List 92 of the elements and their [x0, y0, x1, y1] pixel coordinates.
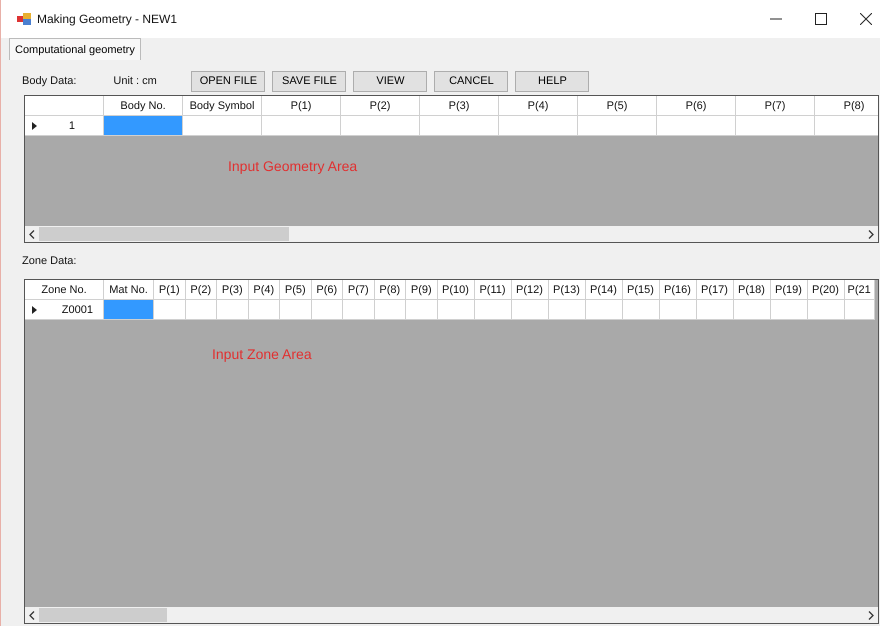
column-header[interactable]: P(1)	[154, 280, 186, 300]
column-header[interactable]: P(7)	[736, 96, 815, 116]
column-header[interactable]: P(10)	[438, 280, 474, 300]
column-header[interactable]: P(3)	[420, 96, 499, 116]
table-cell[interactable]	[420, 116, 499, 136]
column-header[interactable]: P(12)	[512, 280, 548, 300]
table-cell[interactable]	[104, 116, 183, 136]
table-cell[interactable]	[512, 300, 548, 320]
column-header[interactable]: P(6)	[312, 280, 343, 300]
toolbar-button[interactable]: CANCEL	[434, 70, 508, 92]
table-cell[interactable]	[734, 300, 770, 320]
scroll-right-icon[interactable]	[868, 610, 874, 620]
column-header[interactable]: P(16)	[660, 280, 696, 300]
table-cell[interactable]	[183, 116, 262, 136]
table-cell[interactable]	[154, 300, 186, 320]
column-header[interactable]: P(8)	[815, 96, 878, 116]
column-header[interactable]: P(8)	[374, 280, 406, 300]
unit-label: Unit : cm	[113, 75, 158, 87]
column-header[interactable]: P(17)	[696, 280, 734, 300]
table-cell[interactable]	[248, 300, 280, 320]
table-cell[interactable]	[660, 300, 696, 320]
maximize-icon[interactable]	[815, 13, 827, 25]
column-header[interactable]: P(15)	[622, 280, 660, 300]
table-cell[interactable]	[770, 300, 808, 320]
table-cell[interactable]	[736, 116, 815, 136]
column-header[interactable]: P(2)	[341, 96, 420, 116]
column-header[interactable]: P(19)	[770, 280, 808, 300]
scrollbar-thumb[interactable]	[39, 227, 289, 241]
table-cell[interactable]	[696, 300, 734, 320]
table-cell[interactable]	[622, 300, 660, 320]
close-icon[interactable]	[860, 13, 872, 25]
table-cell[interactable]	[312, 300, 343, 320]
table-cell[interactable]	[586, 300, 622, 320]
tab[interactable]: Computational geometry	[9, 38, 141, 60]
table-cell[interactable]	[406, 300, 438, 320]
scroll-right-icon[interactable]	[868, 230, 874, 238]
table-cell[interactable]	[474, 300, 512, 320]
table-cell[interactable]	[438, 300, 474, 320]
column-header[interactable]: Body No.	[104, 96, 183, 116]
row-header[interactable]: Z0001	[25, 300, 104, 320]
scroll-left-icon[interactable]	[29, 610, 35, 620]
toolbar-button[interactable]: VIEW	[353, 70, 428, 92]
row-header[interactable]: 1	[25, 116, 104, 136]
column-header[interactable]: P(4)	[248, 280, 280, 300]
toolbar-button[interactable]: OPEN FILE	[191, 70, 266, 92]
column-header[interactable]: P(2)	[186, 280, 217, 300]
column-header[interactable]: P(9)	[406, 280, 438, 300]
column-header[interactable]: P(4)	[499, 96, 578, 116]
table-cell[interactable]	[104, 300, 154, 320]
column-header[interactable]: P(18)	[734, 280, 770, 300]
horizontal-scrollbar[interactable]	[25, 607, 878, 623]
area-label: Input Geometry Area	[228, 158, 358, 174]
table-cell[interactable]	[186, 300, 217, 320]
section-label: Zone Data:	[22, 255, 76, 267]
column-header[interactable]: P(1)	[262, 96, 341, 116]
section-label: Body Data:	[22, 75, 76, 87]
column-header[interactable]: P(5)	[578, 96, 657, 116]
column-header[interactable]: P(11)	[474, 280, 512, 300]
table-cell[interactable]	[548, 300, 586, 320]
column-header[interactable]: P(5)	[280, 280, 312, 300]
table-cell[interactable]	[343, 300, 374, 320]
table-cell[interactable]	[280, 300, 312, 320]
toolbar-button[interactable]: SAVE FILE	[272, 70, 346, 92]
table-cell[interactable]	[578, 116, 657, 136]
area-label: Input Zone Area	[212, 346, 312, 362]
table-cell[interactable]	[657, 116, 736, 136]
scrollbar-thumb[interactable]	[39, 608, 167, 622]
horizontal-scrollbar[interactable]	[25, 226, 878, 242]
app-icon	[17, 13, 31, 25]
column-header[interactable]: P(21	[844, 280, 874, 300]
table-cell[interactable]	[815, 116, 878, 136]
scroll-left-icon[interactable]	[29, 230, 35, 238]
column-header[interactable]: P(14)	[586, 280, 622, 300]
column-header[interactable]: P(7)	[343, 280, 374, 300]
column-header[interactable]: Body Symbol	[183, 96, 262, 116]
column-header[interactable]: Mat No.	[104, 280, 154, 300]
column-header: Zone No.	[25, 280, 104, 300]
column-header[interactable]: P(20)	[808, 280, 844, 300]
table-cell[interactable]	[374, 300, 406, 320]
toolbar-button[interactable]: HELP	[515, 70, 590, 92]
table-cell[interactable]	[808, 300, 844, 320]
row-number: Z0001	[62, 304, 94, 316]
table-cell[interactable]	[217, 300, 248, 320]
column-header[interactable]: P(13)	[548, 280, 586, 300]
row-number: 1	[68, 120, 76, 132]
table-cell[interactable]	[844, 300, 874, 320]
table-cell[interactable]	[262, 116, 341, 136]
column-header[interactable]: P(6)	[657, 96, 736, 116]
column-header[interactable]: P(3)	[217, 280, 248, 300]
table-cell[interactable]	[499, 116, 578, 136]
window-title: Making Geometry - NEW1	[37, 12, 178, 26]
table-cell[interactable]	[341, 116, 420, 136]
